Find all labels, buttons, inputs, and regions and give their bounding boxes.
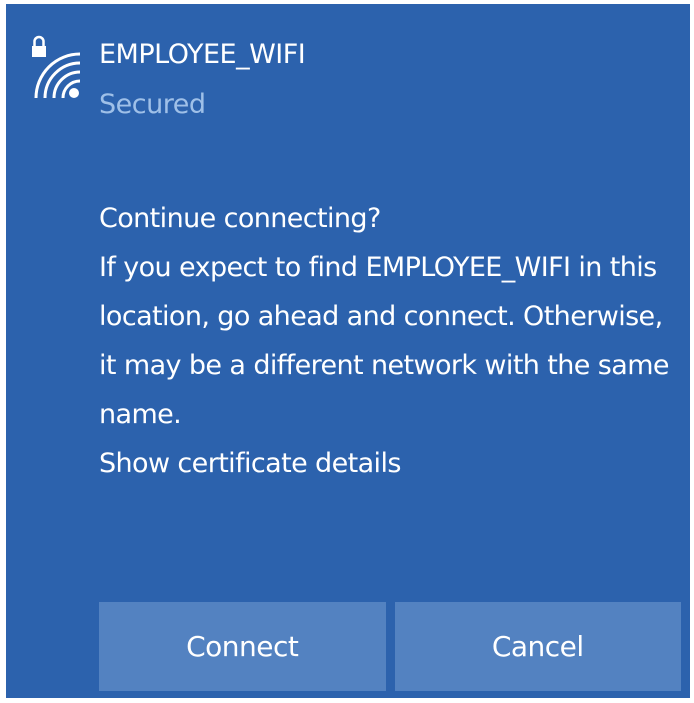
show-certificate-details-link[interactable]: Show certificate details <box>99 439 669 488</box>
connection-prompt: Continue connecting? If you expect to fi… <box>99 194 670 488</box>
wifi-secured-icon <box>32 35 81 99</box>
prompt-question: Continue connecting? <box>99 203 381 234</box>
wifi-connection-panel: EMPLOYEE_WIFI Secured Continue connectin… <box>6 4 690 698</box>
action-buttons: Connect Cancel <box>99 602 681 691</box>
prompt-message: If you expect to find EMPLOYEE_WIFI in t… <box>99 252 670 430</box>
connect-button[interactable]: Connect <box>99 602 386 691</box>
network-name: EMPLOYEE_WIFI <box>99 39 306 70</box>
network-status: Secured <box>99 89 206 120</box>
cancel-button[interactable]: Cancel <box>394 602 681 691</box>
